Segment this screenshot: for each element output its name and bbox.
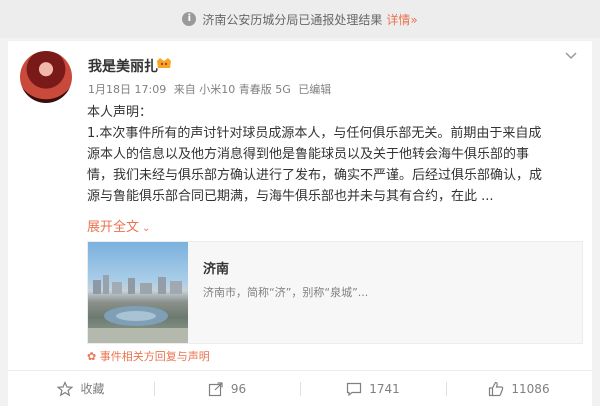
share-button[interactable]: 96 [154,371,300,406]
share-icon [208,381,223,396]
comment-count: 1741 [369,381,400,396]
post-source: 来自 小米10 青春版 5G [173,83,291,96]
comment-button[interactable]: 1741 [300,371,446,406]
city-thumbnail [88,242,188,343]
post-line: 源与鲁能俱乐部合同已期满，与海牛俱乐部也并未与其有合约，在此 ... [87,189,494,204]
related-label: 事件相关方回复与声明 [99,350,210,363]
post-line: 1.本次事件所有的声讨针对球员成源本人，与任何俱乐部无关。前期由于来自成 [87,126,542,141]
like-icon [489,381,504,396]
related-statement-link[interactable]: ✿ 事件相关方回复与声明 [87,348,210,364]
notice-detail-link[interactable]: 详情» [386,11,417,28]
weibo-post-card: 我是美丽扎 1月18日 17:09 来自 小米10 青春版 5G 已编辑 本人声… [8,41,592,370]
edited-label[interactable]: 已编辑 [298,83,331,96]
cityscape-icon [88,275,188,343]
star-icon [57,380,74,396]
vip-badge-icon [157,58,171,68]
flower-icon: ✿ [87,350,97,363]
share-count: 96 [230,381,247,396]
post-line: 情，我们未经与俱乐部方确认进行了发布，确实不严谨。后经过俱乐部确认，成 [87,168,543,183]
post-line: 本人声明： [87,105,153,120]
expand-label: 展开全文 [87,220,140,235]
link-card-title: 济南 [203,262,230,277]
post-line: 源本人的信息以及他方消息得到他是鲁能球员以及关于他转会海牛俱乐部的事 [87,147,530,162]
notice-bar[interactable]: i 济南公安历城分局已通报处理结果 详情» [0,0,600,38]
like-button[interactable]: 11086 [446,371,592,406]
like-count: 11086 [511,381,550,396]
notice-text: 济南公安历城分局已通报处理结果 [202,12,383,27]
comment-icon [347,382,362,396]
post-meta: 1月18日 17:09 来自 小米10 青春版 5G 已编辑 [88,81,331,97]
info-icon: i [182,12,197,26]
chevron-down-icon: ⌄ [142,223,151,234]
avatar[interactable] [20,51,72,103]
username[interactable]: 我是美丽扎 [88,56,158,76]
link-card-description: 济南市，简称“济”，别称“泉城”... [203,286,369,299]
action-bar: 收藏 96 1741 11086 [8,370,592,406]
chevron-down-icon[interactable] [564,49,578,63]
post-text: 本人声明： 1.本次事件所有的声讨针对球员成源本人，与任何俱乐部无关。前期由于来… [87,102,583,207]
favorite-button[interactable]: 收藏 [8,371,154,406]
expand-full-text-link[interactable]: 展开全文 ⌄ [87,216,150,235]
link-card[interactable]: 济南 济南市，简称“济”，别称“泉城”... [87,241,583,344]
post-date[interactable]: 1月18日 17:09 [88,83,166,96]
favorite-label: 收藏 [80,382,105,396]
